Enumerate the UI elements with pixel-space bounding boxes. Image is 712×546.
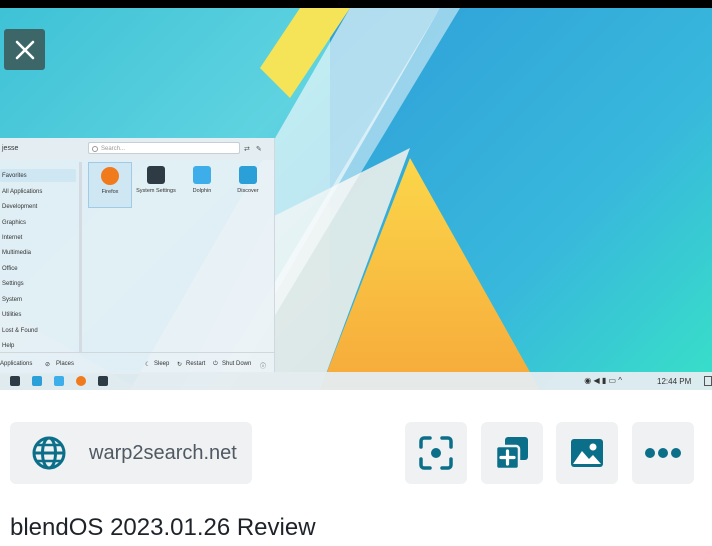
launcher-header: jesse Search... ⇄✎ xyxy=(0,138,274,160)
copy-button[interactable] xyxy=(481,422,543,484)
category-item: Help xyxy=(2,343,15,349)
launcher-categories: Favorites All Applications Development G… xyxy=(0,162,84,352)
launcher-username: jesse xyxy=(2,145,19,152)
more-dots-icon xyxy=(645,448,681,458)
category-item: System xyxy=(2,297,23,303)
info-icon: ⓘ xyxy=(260,364,267,370)
category-item: Development xyxy=(2,204,38,210)
launcher-search-input: Search... xyxy=(88,142,240,154)
show-desktop-icon xyxy=(704,376,712,386)
more-button[interactable] xyxy=(632,422,694,484)
visual-search-button[interactable] xyxy=(405,422,467,484)
launcher-scrollbar xyxy=(79,162,82,352)
applications-tab: Applications xyxy=(0,361,33,367)
discover-icon xyxy=(239,166,257,184)
clock: 12:44 PM xyxy=(657,377,692,386)
app-tile-system-settings: System Settings xyxy=(134,162,178,208)
app-tile-dolphin: Dolphin xyxy=(180,162,224,208)
category-item: Internet xyxy=(2,235,23,241)
desktop-taskbar: ◉ ◀ ▮ ▭ ^ 12:44 PM xyxy=(0,372,712,390)
category-item: Settings xyxy=(2,281,24,287)
sleep-label: Sleep xyxy=(154,361,170,367)
category-item: Lost & Found xyxy=(2,328,38,334)
category-item: Utilities xyxy=(2,312,22,318)
close-icon xyxy=(15,40,34,59)
globe-icon xyxy=(32,436,66,470)
terminal-icon xyxy=(98,376,108,386)
source-domain: warp2search.net xyxy=(89,441,237,464)
category-item: Office xyxy=(2,266,18,272)
launcher-icon xyxy=(10,376,20,386)
settings-icon xyxy=(147,166,165,184)
folder-icon xyxy=(54,376,64,386)
add-copy-icon xyxy=(494,437,528,471)
app-launcher-menu: jesse Search... ⇄✎ Favorites All Applica… xyxy=(0,138,275,374)
category-item: All Applications xyxy=(2,189,43,195)
image-title[interactable]: blendOS 2023.01.26 Review xyxy=(10,514,316,542)
image-preview[interactable]: jesse Search... ⇄✎ Favorites All Applica… xyxy=(0,8,712,390)
firefox-icon xyxy=(101,167,119,185)
category-item: Favorites xyxy=(2,173,27,179)
sleep-icon: ☾ xyxy=(145,362,151,368)
app-tile-firefox: Firefox xyxy=(88,162,132,208)
discover-icon xyxy=(32,376,42,386)
status-bar xyxy=(0,0,712,8)
source-site-button[interactable]: warp2search.net xyxy=(10,422,252,484)
restart-label: Restart xyxy=(186,361,206,367)
folder-icon xyxy=(193,166,211,184)
firefox-icon xyxy=(76,376,86,386)
shutdown-label: Shut Down xyxy=(222,361,252,367)
image-icon xyxy=(571,439,603,467)
category-item: Multimedia xyxy=(2,250,32,256)
close-button[interactable] xyxy=(4,29,45,70)
places-icon: ⊘ xyxy=(45,362,51,368)
search-icon xyxy=(92,146,98,152)
category-item: Graphics xyxy=(2,220,27,226)
system-tray-icons: ◉ ◀ ▮ ▭ ^ xyxy=(584,376,622,385)
shutdown-icon: ⏻ xyxy=(213,361,218,367)
restart-icon: ↻ xyxy=(177,362,183,368)
save-image-button[interactable] xyxy=(556,422,618,484)
launcher-config-icon: ⇄✎ xyxy=(244,146,268,153)
app-tile-discover: Discover xyxy=(226,162,270,208)
lens-scan-icon xyxy=(419,436,453,470)
places-tab: Places xyxy=(56,361,75,367)
